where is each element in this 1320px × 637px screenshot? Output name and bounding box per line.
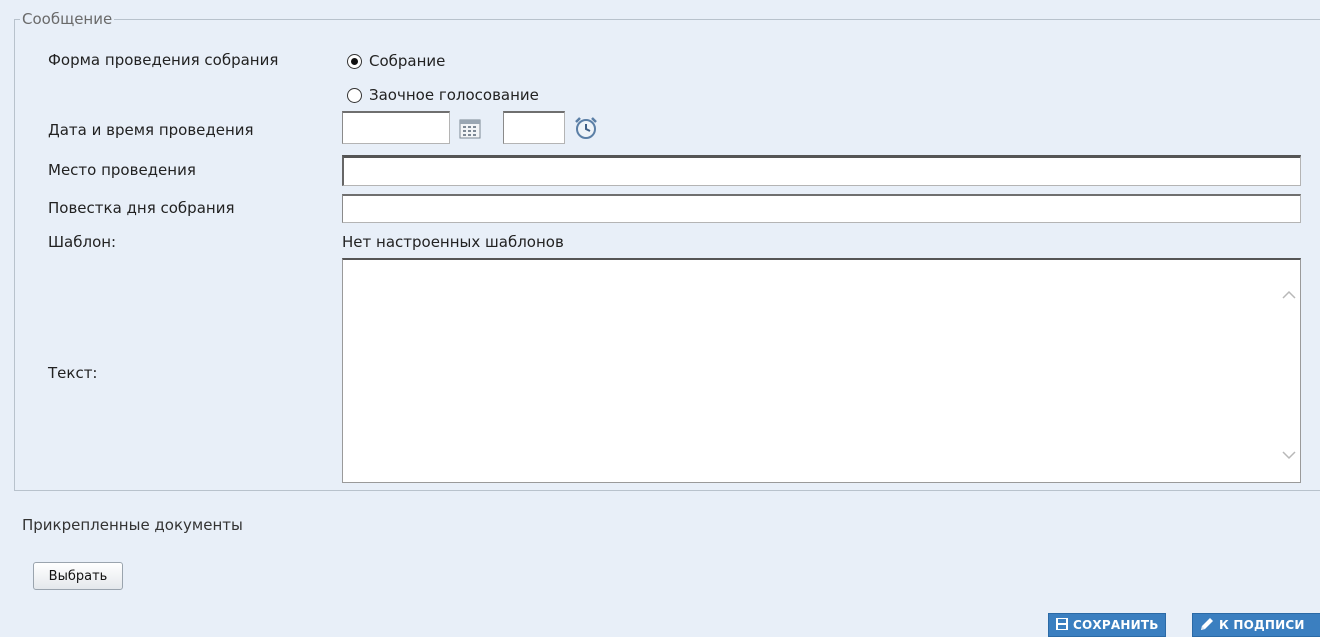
radio-label-absentee-voting: Заочное голосование [369,86,539,104]
save-button-label: СОХРАНИТЬ [1073,618,1159,632]
fieldset-legend: Сообщение [20,10,115,28]
send-to-sign-button[interactable]: К ПОДПИСИ [1192,613,1320,637]
time-input[interactable] [503,111,565,144]
choose-files-button[interactable]: Выбрать [33,562,123,590]
text-label: Текст: [48,364,98,382]
save-button[interactable]: СОХРАНИТЬ [1048,613,1166,637]
pen-icon [1199,617,1215,634]
radio-button-absentee-voting[interactable] [347,87,362,103]
template-label: Шаблон: [48,233,117,251]
radio-label-meeting: Собрание [369,52,446,70]
radio-button-meeting[interactable] [347,53,362,69]
send-to-sign-label: К ПОДПИСИ [1219,618,1305,632]
place-input[interactable] [342,155,1301,186]
attached-documents-title: Прикрепленные документы [22,516,243,534]
datetime-label: Дата и время проведения [48,121,254,139]
place-label: Место проведения [48,161,196,179]
calendar-icon[interactable] [459,119,481,143]
message-text-area[interactable] [342,258,1301,483]
agenda-input[interactable] [342,194,1301,223]
radio-option-absentee-voting[interactable]: Заочное голосование [347,86,539,104]
alarm-clock-icon[interactable] [573,116,599,144]
template-value: Нет настроенных шаблонов [342,233,564,251]
radio-option-meeting[interactable]: Собрание [347,52,445,70]
agenda-label: Повестка дня собрания [48,199,235,217]
date-input[interactable] [342,111,450,144]
scroll-up-icon[interactable] [1282,286,1296,299]
meeting-form-label: Форма проведения собрания [48,51,279,69]
scroll-down-icon[interactable] [1282,446,1296,460]
floppy-disk-icon [1055,617,1069,634]
